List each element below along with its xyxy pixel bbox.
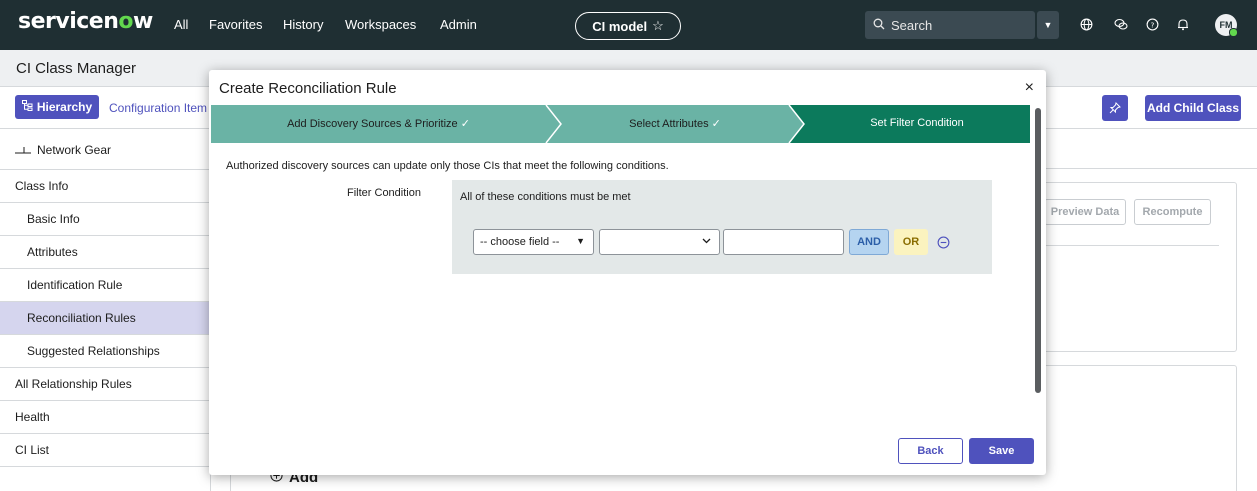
operator-select[interactable] <box>599 229 720 255</box>
svg-text:?: ? <box>1150 20 1154 29</box>
top-navigation-bar: servicenow All Favorites History Workspa… <box>0 0 1257 50</box>
search-placeholder: Search <box>891 17 933 33</box>
page-title: CI Class Manager <box>16 60 137 77</box>
condition-builder: All of these conditions must be met -- c… <box>452 180 992 274</box>
tab-divider <box>1046 168 1257 169</box>
search-icon <box>873 18 885 33</box>
back-button[interactable]: Back <box>898 438 963 464</box>
filter-condition-label: Filter Condition <box>347 187 421 199</box>
modal-description: Authorized discovery sources can update … <box>226 160 669 172</box>
chat-icon[interactable] <box>1113 16 1129 32</box>
hierarchy-button[interactable]: Hierarchy <box>15 95 99 119</box>
dropdown-caret-icon: ▼ <box>576 236 585 246</box>
condition-value-input[interactable] <box>723 229 844 255</box>
sidebar-item-reconciliation-rules[interactable]: Reconciliation Rules <box>0 302 210 335</box>
servicenow-logo[interactable]: servicenow <box>18 9 153 34</box>
sidebar-item-basic-info[interactable]: Basic Info <box>0 203 210 236</box>
nav-link-favorites[interactable]: Favorites <box>209 17 262 32</box>
panel-divider <box>1046 245 1219 246</box>
sidebar-item-all-relationship-rules[interactable]: All Relationship Rules <box>0 368 210 401</box>
sidebar-item-identification-rule[interactable]: Identification Rule <box>0 269 210 302</box>
step-add-discovery-sources[interactable]: Add Discovery Sources & Prioritize ✓ <box>211 117 546 130</box>
remove-condition-icon[interactable] <box>934 233 952 251</box>
and-button[interactable]: AND <box>849 229 889 255</box>
sidebar-item-ci-list[interactable]: CI List <box>0 434 210 467</box>
user-avatar[interactable]: FM <box>1215 14 1238 37</box>
chevron-down-icon <box>702 236 711 246</box>
checkmark-icon: ✓ <box>711 118 721 130</box>
pin-icon[interactable] <box>1102 95 1128 121</box>
create-reconciliation-rule-modal: Create Reconciliation Rule × Add Discove… <box>209 70 1046 475</box>
nav-link-all[interactable]: All <box>174 17 188 32</box>
global-search-input[interactable]: Search <box>865 11 1035 39</box>
nav-link-history[interactable]: History <box>283 17 323 32</box>
preview-data-button[interactable]: Preview Data <box>1044 199 1126 225</box>
sidebar-item-health[interactable]: Health <box>0 401 210 434</box>
search-scope-dropdown[interactable]: ▼ <box>1037 11 1059 39</box>
choose-field-select[interactable]: -- choose field -- ▼ <box>473 229 594 255</box>
modal-scrollbar[interactable] <box>1033 108 1043 393</box>
scrollbar-thumb[interactable] <box>1035 108 1041 393</box>
step-set-filter-condition[interactable]: Set Filter Condition <box>804 117 1030 129</box>
sidebar-item-attributes[interactable]: Attributes <box>0 236 210 269</box>
close-icon[interactable]: × <box>1025 79 1034 97</box>
condition-group-title: All of these conditions must be met <box>460 191 631 203</box>
help-icon[interactable]: ? <box>1144 16 1160 32</box>
star-icon[interactable]: ☆ <box>652 18 664 34</box>
sidebar-item-suggested-relationships[interactable]: Suggested Relationships <box>0 335 210 368</box>
nav-link-workspaces[interactable]: Workspaces <box>345 17 416 32</box>
hierarchy-icon <box>21 100 33 114</box>
class-sidebar: Network Gear Class Info Basic Info Attri… <box>0 130 210 491</box>
checkmark-icon: ✓ <box>460 118 470 130</box>
breadcrumb-configuration-item[interactable]: Configuration Item <box>109 101 207 115</box>
recompute-button[interactable]: Recompute <box>1134 199 1211 225</box>
or-button[interactable]: OR <box>894 229 928 255</box>
modal-title: Create Reconciliation Rule <box>219 80 397 97</box>
nav-link-admin[interactable]: Admin <box>440 17 477 32</box>
add-child-class-button[interactable]: Add Child Class <box>1145 95 1241 121</box>
globe-icon[interactable] <box>1078 16 1094 32</box>
wizard-steps: Add Discovery Sources & Prioritize ✓ Sel… <box>211 104 1030 144</box>
notification-bell-icon[interactable] <box>1175 16 1191 32</box>
step-select-attributes[interactable]: Select Attributes ✓ <box>561 117 789 130</box>
sidebar-item-class-info[interactable]: Class Info <box>0 170 210 203</box>
sidebar-class-header[interactable]: Network Gear <box>0 130 210 170</box>
network-gear-icon <box>15 143 31 157</box>
save-button[interactable]: Save <box>969 438 1034 464</box>
context-pill-ci-model[interactable]: CI model ☆ <box>575 12 681 40</box>
